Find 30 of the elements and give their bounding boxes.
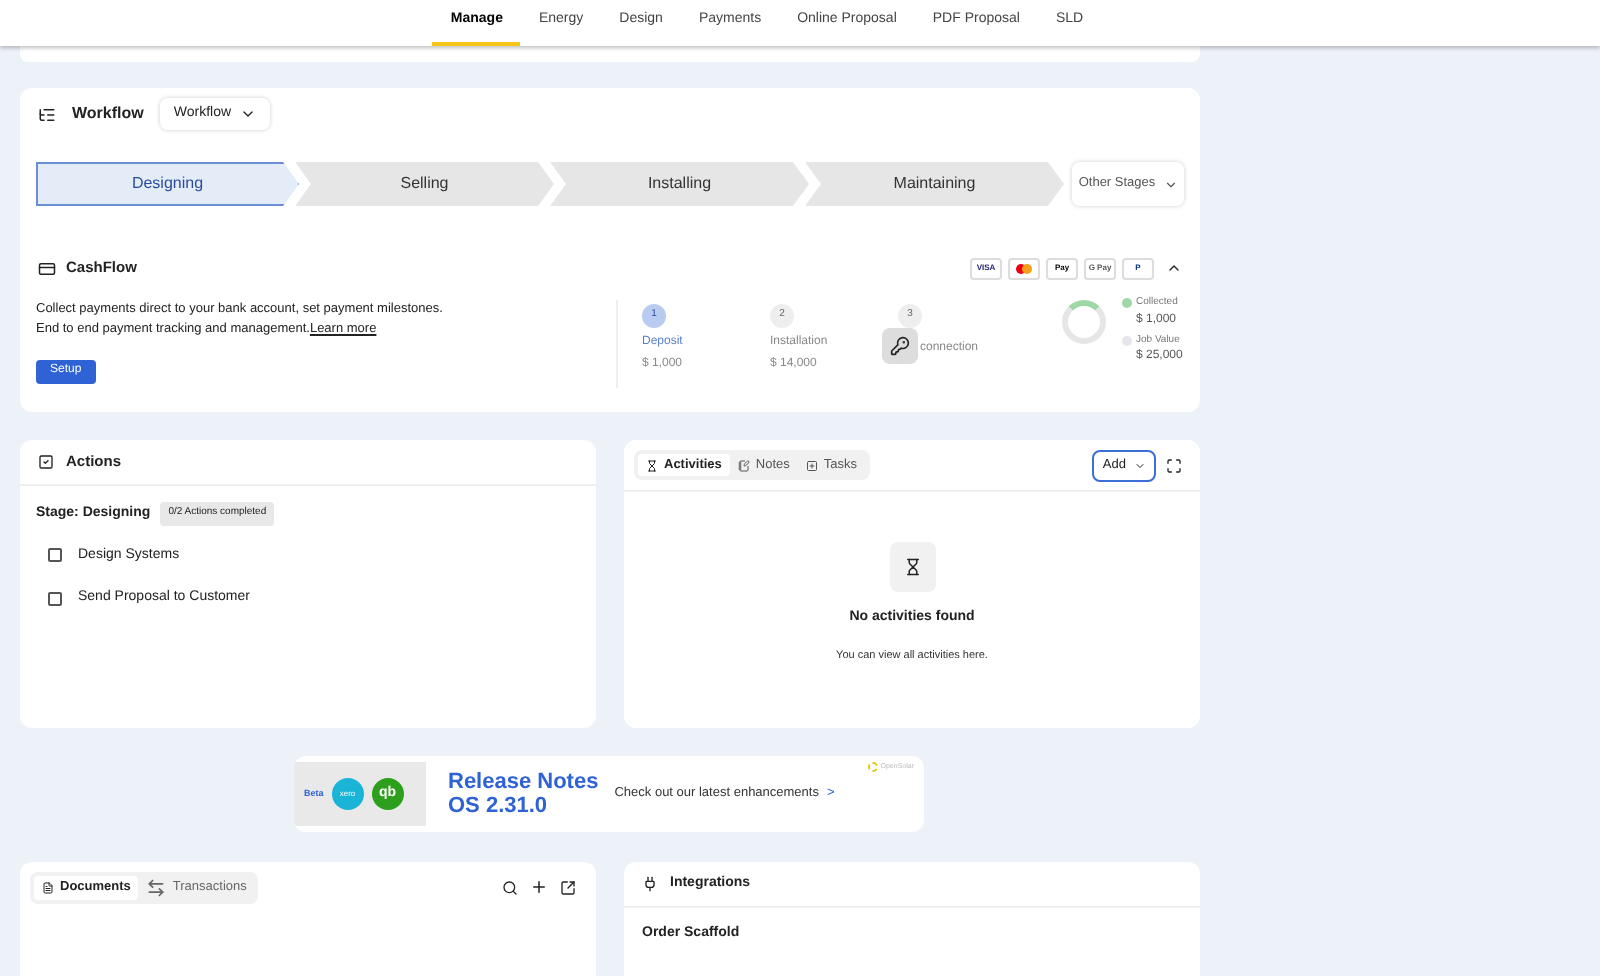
stage-step[interactable]: Designing [36, 162, 299, 206]
collapse-icon[interactable] [1166, 260, 1182, 276]
card-title: Workflow [72, 102, 144, 126]
checkbox[interactable] [48, 548, 62, 563]
stage-step[interactable]: Installing [550, 162, 809, 206]
banner-title: Release Notes [448, 770, 599, 794]
note-icon [737, 459, 750, 471]
banner-title: OS 2.31.0 [448, 794, 550, 818]
stage-step[interactable]: Maintaining [805, 162, 1064, 206]
hourglass-icon [889, 542, 935, 592]
chevron-down-icon [239, 106, 256, 122]
caret-icon [1163, 177, 1178, 191]
hourglass-icon [646, 459, 658, 471]
workflow-icon [38, 105, 56, 123]
stage-step[interactable]: Selling [295, 162, 554, 206]
search-icon[interactable] [502, 879, 518, 895]
expand-icon[interactable] [1166, 457, 1182, 473]
add-icon[interactable] [530, 878, 548, 896]
payment-method-icon [1008, 257, 1040, 279]
task-icon [805, 459, 818, 471]
open-icon[interactable] [560, 879, 576, 895]
collected-ring-drawing [1062, 300, 1106, 344]
chevron-down-icon [1134, 459, 1146, 471]
key-button[interactable] [882, 328, 918, 364]
arrows-icon [146, 877, 167, 897]
checkbox-icon [38, 454, 54, 470]
plug-icon [642, 876, 658, 892]
checkbox[interactable] [48, 591, 62, 606]
document-icon [42, 881, 54, 893]
key-icon [890, 336, 910, 356]
